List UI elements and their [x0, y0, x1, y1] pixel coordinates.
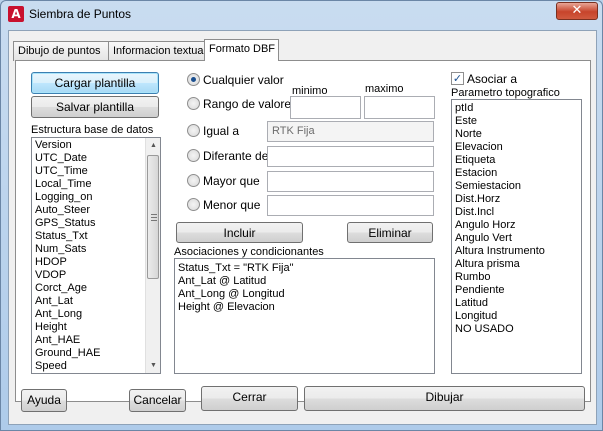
close-window-button[interactable]: ✕: [556, 2, 598, 20]
greater-label: Mayor que: [203, 174, 260, 188]
db-field-item[interactable]: Logging_on: [32, 191, 160, 204]
db-fields-scrollbar[interactable]: ▲ ▼: [145, 138, 160, 373]
dialog-window: A Siembra de Puntos ✕ Dibujo de puntos I…: [0, 0, 603, 431]
param-item[interactable]: Etiqueta: [452, 154, 581, 167]
associations-list[interactable]: Status_Txt = "RTK Fija" Ant_Lat @ Latitud…: [174, 258, 435, 374]
param-item[interactable]: Angulo Vert: [452, 232, 581, 245]
tab-page-formato-dbf: Cargar plantilla Salvar plantilla Estruc…: [15, 60, 591, 402]
radio-less[interactable]: [187, 198, 200, 211]
param-item[interactable]: Longitud: [452, 310, 581, 323]
close-button[interactable]: Cerrar: [201, 386, 298, 411]
param-item[interactable]: Elevacion: [452, 141, 581, 154]
param-item[interactable]: Semiestacion: [452, 180, 581, 193]
db-field-item[interactable]: Height: [32, 321, 160, 334]
less-input[interactable]: [267, 195, 434, 216]
associations-items: Status_Txt = "RTK Fija" Ant_Lat @ Latitud…: [175, 259, 434, 314]
param-item[interactable]: Rumbo: [452, 271, 581, 284]
params-list[interactable]: ptId Este Norte Elevacion Etiqueta Estacion Se…: [451, 99, 582, 374]
tab-dibujo-de-puntos[interactable]: Dibujo de puntos: [13, 41, 109, 61]
param-item[interactable]: Dist.Horz: [452, 193, 581, 206]
params-items: ptId Este Norte Elevacion Etiqueta Estacion Se…: [452, 100, 581, 336]
db-field-item[interactable]: Corct_Age: [32, 282, 160, 295]
title-bar[interactable]: A Siembra de Puntos ✕: [1, 1, 602, 27]
max-input[interactable]: [364, 96, 435, 119]
help-button[interactable]: Ayuda: [21, 389, 67, 412]
param-item[interactable]: Angulo Horz: [452, 219, 581, 232]
param-item[interactable]: Altura prisma: [452, 258, 581, 271]
scroll-down-icon[interactable]: ▼: [146, 358, 160, 373]
include-button[interactable]: Incluir: [176, 222, 303, 243]
min-input[interactable]: [290, 96, 361, 119]
db-field-item[interactable]: Version: [32, 139, 160, 152]
scroll-up-icon[interactable]: ▲: [146, 138, 160, 153]
not-equal-input[interactable]: [267, 146, 434, 167]
radio-equal[interactable]: [187, 124, 200, 137]
equal-input[interactable]: RTK Fija: [267, 121, 434, 142]
association-item[interactable]: Status_Txt = "RTK Fija": [175, 262, 434, 275]
association-item[interactable]: Ant_Lat @ Latitud: [175, 275, 434, 288]
param-label: Parametro topografico: [451, 87, 560, 99]
range-label: Rango de valores: [203, 97, 298, 111]
not-equal-label: Diferante de: [203, 149, 269, 163]
associate-label: Asociar a: [467, 72, 518, 86]
db-field-item[interactable]: Ant_HAE: [32, 334, 160, 347]
param-item[interactable]: Pendiente: [452, 284, 581, 297]
db-fields-list[interactable]: Version UTC_Date UTC_Time Local_Time Logging…: [31, 137, 161, 374]
param-item[interactable]: NO USADO: [452, 323, 581, 336]
window-title: Siembra de Puntos: [29, 7, 132, 21]
param-item[interactable]: Latitud: [452, 297, 581, 310]
db-field-item[interactable]: UTC_Date: [32, 152, 160, 165]
association-item[interactable]: Ant_Long @ Longitud: [175, 288, 434, 301]
associate-checkbox[interactable]: ✓: [451, 72, 464, 85]
associations-label: Asociaciones y condicionantes: [174, 246, 324, 258]
db-field-item[interactable]: Num_Sats: [32, 243, 160, 256]
max-label: maximo: [365, 83, 404, 95]
dialog-client: Dibujo de puntos Informacion textual For…: [8, 30, 597, 425]
db-field-item[interactable]: Status_Txt: [32, 230, 160, 243]
draw-button[interactable]: Dibujar: [304, 386, 585, 411]
param-item[interactable]: Estacion: [452, 167, 581, 180]
param-item[interactable]: Dist.Incl: [452, 206, 581, 219]
tab-informacion-textual[interactable]: Informacion textual: [108, 41, 206, 61]
tab-formato-dbf[interactable]: Formato DBF: [204, 39, 279, 61]
param-item[interactable]: Este: [452, 115, 581, 128]
radio-greater[interactable]: [187, 174, 200, 187]
db-field-item[interactable]: UTC_Time: [32, 165, 160, 178]
db-field-item[interactable]: Ant_Long: [32, 308, 160, 321]
less-label: Menor que: [203, 198, 261, 212]
param-item[interactable]: ptId: [452, 102, 581, 115]
db-field-item[interactable]: GPS_Status: [32, 217, 160, 230]
save-template-button[interactable]: Salvar plantilla: [31, 96, 159, 118]
param-item[interactable]: Norte: [452, 128, 581, 141]
association-item[interactable]: Height @ Elevacion: [175, 301, 434, 314]
radio-any-value[interactable]: [187, 73, 200, 86]
db-field-item[interactable]: HDOP: [32, 256, 160, 269]
greater-input[interactable]: [267, 171, 434, 192]
db-structure-label: Estructura base de datos: [31, 124, 154, 136]
scroll-thumb[interactable]: [147, 155, 159, 279]
db-field-item[interactable]: Ground_HAE: [32, 347, 160, 360]
any-value-label: Cualquier valor: [203, 73, 284, 87]
db-field-item[interactable]: VDOP: [32, 269, 160, 282]
autocad-a-icon: A: [8, 6, 24, 22]
db-field-item[interactable]: Local_Time: [32, 178, 160, 191]
delete-button[interactable]: Eliminar: [347, 222, 433, 243]
db-fields-items: Version UTC_Date UTC_Time Local_Time Logging…: [32, 138, 160, 373]
cancel-button[interactable]: Cancelar: [129, 389, 186, 412]
param-item[interactable]: Altura Instrumento: [452, 245, 581, 258]
equal-label: Igual a: [203, 124, 240, 138]
db-field-item[interactable]: Auto_Steer: [32, 204, 160, 217]
radio-range[interactable]: [187, 97, 200, 110]
db-field-item[interactable]: Ant_Lat: [32, 295, 160, 308]
db-field-item[interactable]: Speed: [32, 360, 160, 373]
radio-not-equal[interactable]: [187, 149, 200, 162]
load-template-button[interactable]: Cargar plantilla: [31, 72, 159, 94]
